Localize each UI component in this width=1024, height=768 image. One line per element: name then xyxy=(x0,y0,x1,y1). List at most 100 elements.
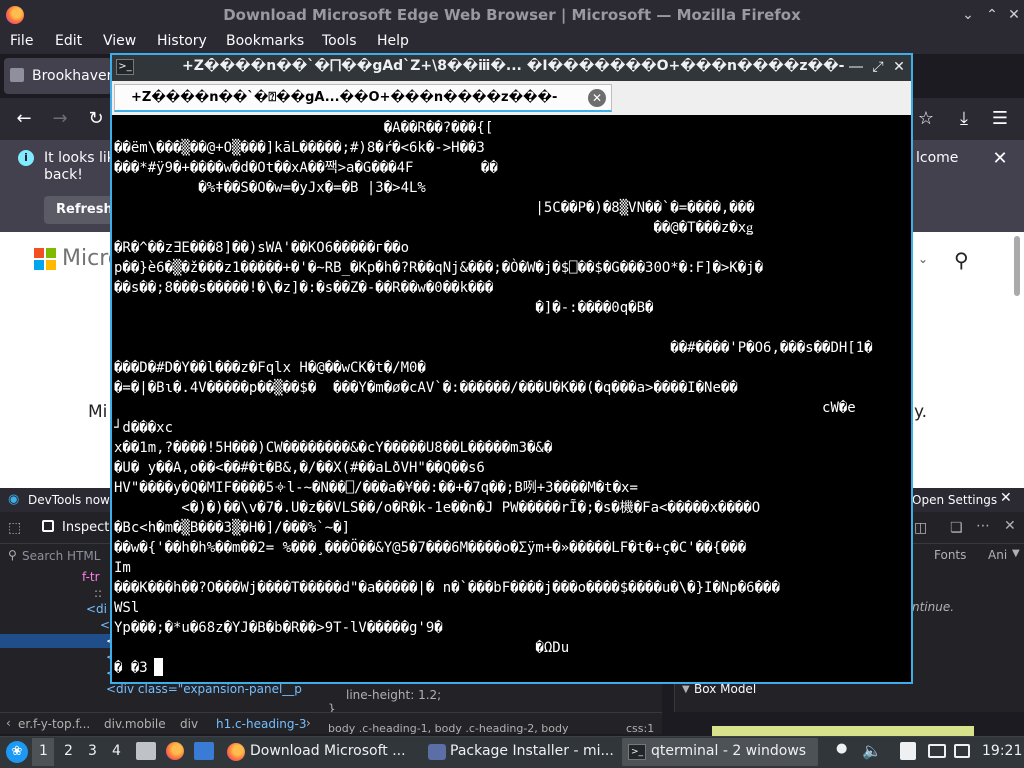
terminal-line: ��w�{'��h�h%��m��2= %���¸���Ö��&Y@5�7���… xyxy=(114,540,747,556)
terminal-line: �U� y��A,o��<��#�t�B&,�/��X(#��aLðVH"��Q… xyxy=(114,460,485,476)
firefox-titlebar[interactable]: Download Microsoft Edge Web Browser | Mi… xyxy=(0,0,1024,30)
terminal-line: x��1m,?����!5H���)CW��������&�cY�����U8�… xyxy=(114,440,553,456)
close-devtools-notice-icon[interactable]: ✕ xyxy=(1000,490,1012,506)
notification-text-line2: back! xyxy=(44,167,83,183)
network-icon[interactable] xyxy=(954,744,970,758)
terminal-line: Im xyxy=(114,560,131,576)
tab-favicon-icon xyxy=(10,68,24,82)
clipboard-icon[interactable] xyxy=(900,742,916,760)
qt-close-icon[interactable]: ✕ xyxy=(889,57,909,77)
info-icon: i xyxy=(18,150,34,166)
workspace-1[interactable]: 1 xyxy=(39,743,48,759)
terminal-line: ┘d���xc xyxy=(114,420,174,436)
markup-line[interactable]: < xyxy=(100,618,110,632)
breadcrumb-item[interactable]: er.f-y-top.f... xyxy=(18,717,90,731)
breadcrumb-left-icon[interactable]: ‹ xyxy=(6,716,11,730)
chevron-down-icon[interactable]: ⌄ xyxy=(918,252,928,266)
markup-line[interactable]: <di xyxy=(86,602,107,616)
terminal-line: ���K���h��?O���Wj����T�����d"�a�����|� n… xyxy=(114,580,780,596)
bookmark-star-icon[interactable]: ☆ xyxy=(912,105,940,133)
start-menu-icon[interactable]: ❀ xyxy=(6,741,28,763)
search-icon[interactable]: ⚲ xyxy=(954,248,969,272)
menu-help[interactable]: Help xyxy=(377,33,409,49)
qt-maximize-icon[interactable]: ⤢ xyxy=(868,57,888,77)
terminal-line: �ΩDu xyxy=(114,640,570,656)
box-model-margin xyxy=(712,726,974,736)
menu-edit[interactable]: Edit xyxy=(55,33,82,49)
terminal-line: �%ǂ��S�O�w=�yJx�=�B |3�>4L% xyxy=(114,180,426,196)
terminal-line: WSl xyxy=(114,600,140,616)
desktop-icon[interactable] xyxy=(194,742,214,760)
breadcrumb-item-selected[interactable]: h1.c-heading-3 xyxy=(216,717,306,731)
devtools-logo-icon: ◉ xyxy=(8,492,20,507)
close-notification-icon[interactable]: ✕ xyxy=(986,145,1014,173)
volume-icon[interactable]: 🔈 xyxy=(862,741,882,760)
workspace-4[interactable]: 4 xyxy=(112,743,121,759)
terminal-tab[interactable]: +Z����n��`�⍰��gA...��O+���n����z���- xyxy=(114,84,612,112)
more-options-icon[interactable]: ⋯ xyxy=(976,518,990,534)
workspace-3[interactable]: 3 xyxy=(88,743,97,759)
forward-icon[interactable]: → xyxy=(46,105,74,133)
terminal-prompt-line: � �3 xyxy=(114,660,148,676)
css-source-link[interactable]: css:1 xyxy=(626,722,654,735)
search-html-input[interactable]: Search HTML xyxy=(22,549,100,563)
tab-fonts[interactable]: Fonts xyxy=(934,548,966,562)
close-window-icon[interactable]: ✕ xyxy=(1004,5,1024,25)
tab-animations[interactable]: Ani xyxy=(988,548,1007,562)
markup-line[interactable]: f-tr xyxy=(82,570,100,584)
element-picker-icon[interactable]: ⬚ xyxy=(8,520,21,536)
notification-text-right: lcome xyxy=(916,150,959,166)
breadcrumb-item[interactable]: div.mobile xyxy=(104,717,166,731)
package-installer-icon xyxy=(428,744,446,760)
microsoft-logo-icon[interactable] xyxy=(34,248,56,270)
terminal-output[interactable]: �A��R��?���{[ ��ëm\���▒��@+O▒���]kāL����… xyxy=(114,117,909,682)
tab-inspector[interactable]: Inspecto xyxy=(62,520,117,535)
menu-file[interactable]: File xyxy=(10,33,33,49)
page-scrollbar[interactable] xyxy=(1014,236,1020,296)
menu-bookmarks[interactable]: Bookmarks xyxy=(226,33,304,49)
dock-icon[interactable]: ❏ xyxy=(950,520,963,536)
terminal-cursor xyxy=(154,658,163,676)
expansion-panel-line[interactable]: <div class="expansion-panel__p xyxy=(106,682,302,696)
tabs-overflow-icon[interactable]: ▼ xyxy=(1012,548,1020,559)
hint-text: ntinue. xyxy=(912,600,955,614)
task-firefox-icon xyxy=(227,743,245,761)
terminal-line: ��@�T���z�xǥ xyxy=(114,220,754,236)
terminal-line: <�)�)��\v�7�.U�z��VLS��/o�R�k-1e��n�J PW… xyxy=(114,500,761,516)
selected-markup-row[interactable] xyxy=(0,634,110,648)
expand-arrow-icon[interactable]: ▼ xyxy=(682,684,690,695)
close-devtools-icon[interactable]: ✕ xyxy=(1004,518,1016,534)
breadcrumb-right-icon[interactable]: › xyxy=(306,716,311,730)
reload-icon[interactable]: ↻ xyxy=(82,105,110,133)
terminal-line: �A��R��?���{[ xyxy=(114,120,494,136)
workspace-2[interactable]: 2 xyxy=(64,743,73,759)
qt-minimize-icon[interactable]: ― xyxy=(846,57,866,77)
downloads-icon[interactable]: ⤓ xyxy=(950,105,978,133)
terminal-line: cW�e xyxy=(114,400,856,416)
terminal-line: p��}ѐ6�▒�ž���z1�����+�'�~RB_�Kp�h�?R��qN… xyxy=(114,260,764,276)
minimize-icon[interactable]: ⌄ xyxy=(958,5,978,25)
firefox-menubar xyxy=(0,30,1024,54)
clock[interactable]: 19:21 xyxy=(982,743,1022,759)
markup-line[interactable]: :: xyxy=(94,586,102,600)
menu-tools[interactable]: Tools xyxy=(322,33,357,49)
back-icon[interactable]: ← xyxy=(10,105,38,133)
firefox-launcher-icon[interactable] xyxy=(166,742,184,760)
menu-history[interactable]: History xyxy=(157,33,207,49)
maximize-icon[interactable]: ⌃ xyxy=(982,5,1002,25)
app-menu-icon[interactable]: ☰ xyxy=(986,105,1014,133)
terminal-line: ���D�#D�Y��l���z�Fqlx H�@��wCK�t�/M0� xyxy=(114,360,426,376)
close-tab-icon[interactable]: ✕ xyxy=(588,89,606,107)
box-model-heading[interactable]: Box Model xyxy=(694,682,756,696)
task-package-installer-label: Package Installer - mi... xyxy=(450,743,614,759)
breadcrumb-item[interactable]: div xyxy=(180,717,198,731)
display-icon[interactable] xyxy=(928,744,946,758)
open-settings-button[interactable]: Open Settings xyxy=(912,493,997,507)
css-property-line[interactable]: line-height: 1.2; xyxy=(346,688,441,702)
menu-view[interactable]: View xyxy=(103,33,136,49)
tray-app-icon[interactable]: ● xyxy=(836,741,847,756)
terminal-line: �]�-:����0q�B� xyxy=(114,300,654,316)
file-manager-icon[interactable] xyxy=(136,742,156,760)
layout-toggle-icon[interactable]: ◫ xyxy=(914,520,927,536)
